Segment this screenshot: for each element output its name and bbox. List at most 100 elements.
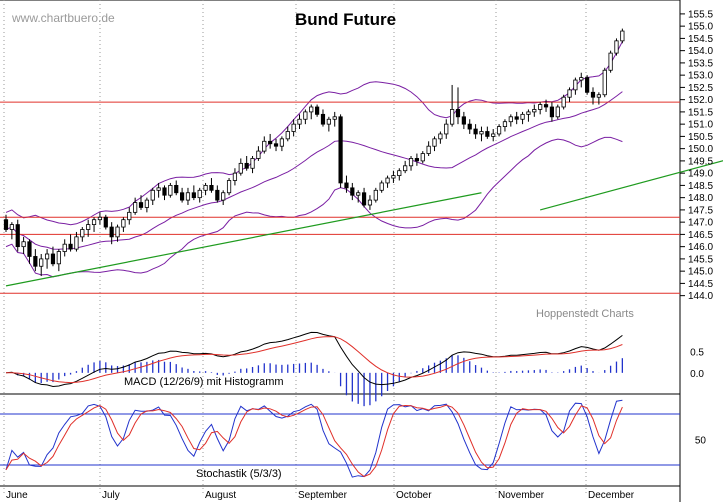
candle-body	[21, 241, 26, 248]
month-label: October	[396, 490, 432, 501]
candle-body	[39, 258, 44, 267]
price-tick-label: 146.5	[688, 230, 713, 241]
candle-body	[367, 199, 373, 206]
candle-body	[332, 116, 337, 120]
candle-body	[209, 184, 214, 191]
candle-body	[215, 189, 220, 201]
candle-body	[144, 199, 149, 208]
candle-body	[391, 175, 396, 179]
price-tick-label: 155.5	[688, 9, 713, 20]
candle-body	[285, 131, 290, 140]
month-label: December	[588, 490, 635, 501]
stochastic-label: Stochastik (5/3/3)	[196, 468, 282, 480]
candle-body	[303, 111, 308, 120]
candle-body	[56, 251, 61, 265]
candle-body	[15, 224, 20, 248]
candle-body	[508, 116, 513, 123]
candle-body	[420, 153, 425, 162]
candle-body	[590, 91, 596, 98]
price-tick-label: 149.0	[688, 169, 713, 180]
price-tick-label: 145.5	[688, 254, 713, 265]
candle-body	[514, 116, 519, 120]
candle-body	[567, 89, 572, 98]
candle-body	[250, 158, 255, 169]
candle-body	[297, 118, 302, 125]
candle-body	[526, 111, 531, 115]
candle-body	[532, 109, 537, 113]
macd-label: MACD (12/26/9) mit Histogramm	[124, 376, 284, 388]
candle-body	[273, 143, 279, 147]
price-tick-label: 147.0	[688, 218, 713, 229]
candle-body	[538, 104, 543, 110]
candle-body	[291, 123, 296, 132]
candle-body	[50, 253, 56, 265]
candle-body	[150, 189, 155, 201]
candle-body	[97, 216, 103, 221]
candle-body	[356, 192, 361, 196]
candle-body	[256, 150, 261, 159]
price-tick-label: 145.0	[688, 267, 713, 278]
watermark: www.chartbuero.de	[11, 11, 115, 25]
candle-body	[579, 77, 584, 81]
candle-body	[373, 189, 378, 201]
macd-tick-label: 0.0	[690, 369, 704, 380]
candle-body	[127, 211, 132, 221]
candle-body	[596, 94, 601, 98]
candle-body	[115, 226, 120, 238]
month-label: September	[298, 490, 348, 501]
candle-body	[33, 256, 38, 267]
candle-body	[320, 113, 326, 125]
price-tick-label: 144.0	[688, 291, 713, 302]
price-tick-label: 154.5	[688, 34, 713, 45]
candle-body	[520, 113, 525, 120]
candle-body	[344, 182, 349, 189]
price-tick-label: 153.0	[688, 71, 713, 82]
candle-body	[244, 162, 249, 169]
candle-body	[479, 131, 484, 135]
price-tick-label: 153.5	[688, 58, 713, 69]
candle-body	[156, 187, 161, 191]
candle-body	[197, 189, 202, 199]
candle-body	[379, 182, 384, 191]
candle-body	[80, 229, 85, 238]
candle-body	[121, 219, 126, 228]
candle-body	[338, 116, 343, 184]
candle-body	[467, 123, 472, 130]
candle-body	[602, 69, 607, 96]
candle-body	[496, 126, 502, 135]
candle-body	[133, 202, 138, 213]
price-tick-label: 152.0	[688, 95, 713, 106]
candle-body	[450, 109, 455, 125]
candle-body	[191, 192, 196, 199]
candle-body	[403, 165, 408, 172]
price-tick-label: 144.5	[688, 279, 713, 290]
candle-body	[174, 184, 179, 194]
month-label: November	[498, 490, 545, 501]
price-tick-label: 148.5	[688, 181, 713, 192]
candle-body	[74, 236, 79, 250]
chart-root: 155.5 155.0 154.5 154.0 153.5 153.0 152.5 152.0…	[0, 0, 723, 502]
candle-body	[238, 162, 243, 174]
price-tick-label: 151.0	[688, 120, 713, 131]
candle-body	[608, 52, 613, 71]
candle-body	[226, 180, 232, 194]
price-tick-label: 155.0	[688, 22, 713, 33]
candle-body	[138, 202, 144, 208]
candle-body	[614, 40, 619, 54]
price-tick-label: 154.0	[688, 46, 713, 57]
candle-body	[485, 131, 490, 137]
candle-body	[620, 30, 625, 42]
candle-body	[221, 192, 226, 201]
candle-body	[385, 177, 390, 184]
price-tick-label: 150.0	[688, 144, 713, 155]
price-tick-label: 148.0	[688, 193, 713, 204]
candle-body	[44, 253, 50, 260]
candle-body	[573, 79, 578, 91]
candle-body	[279, 138, 284, 147]
candle-body	[162, 187, 167, 196]
stochastic-axis-ticks: 50	[695, 436, 707, 447]
price-tick-label: 149.5	[688, 156, 713, 167]
candle-body	[262, 140, 267, 152]
candle-body	[491, 133, 496, 137]
candle-body	[350, 187, 355, 196]
